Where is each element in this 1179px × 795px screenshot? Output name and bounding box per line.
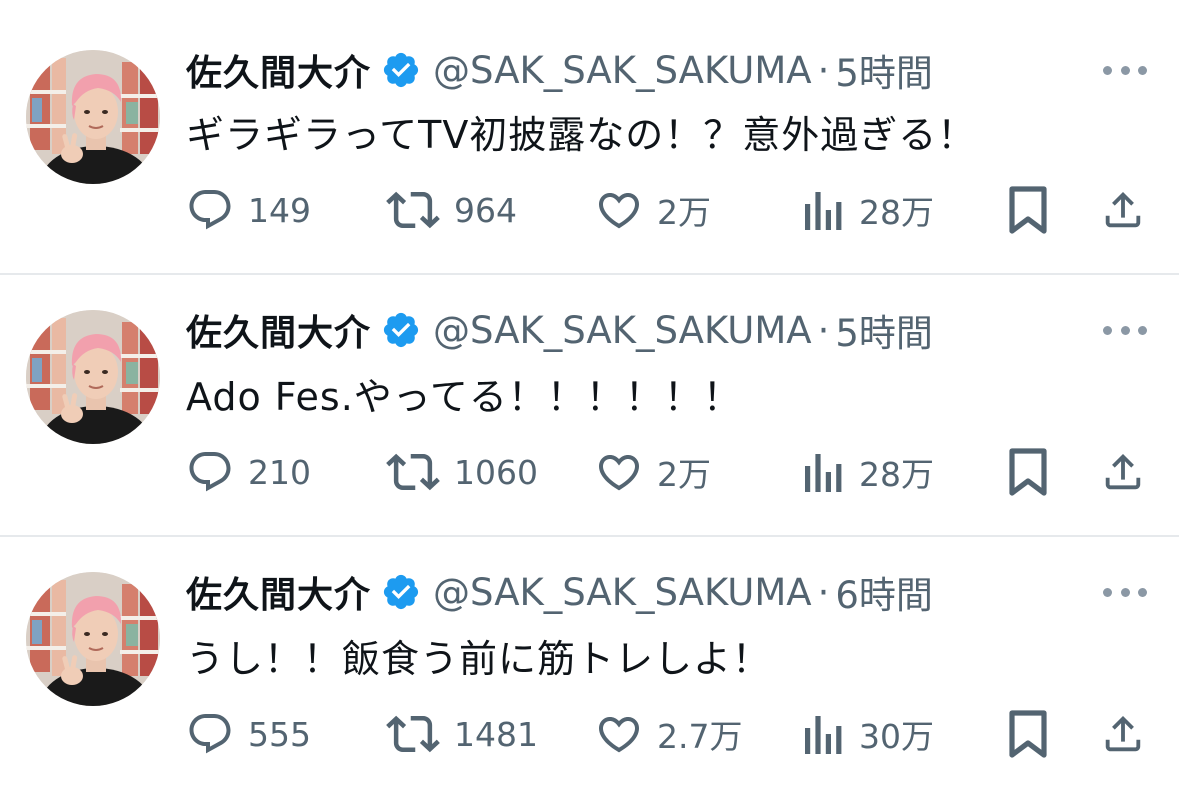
reply-count: 149: [248, 190, 311, 230]
view-count: 30万: [859, 717, 934, 756]
display-name[interactable]: 佐久間大介: [186, 44, 371, 96]
retweet-icon: [386, 453, 440, 491]
verified-badge-icon: [383, 312, 419, 348]
bookmark-icon: [1009, 710, 1047, 758]
retweet-icon: [386, 191, 440, 229]
views-button[interactable]: 28万: [801, 185, 934, 235]
reply-count: 555: [248, 714, 311, 754]
view-count: 28万: [859, 193, 934, 232]
separator-dot: ·: [817, 308, 830, 352]
views-bar-chart-icon: [805, 716, 842, 754]
avatar[interactable]: [26, 50, 160, 184]
separator-dot: ·: [817, 570, 830, 614]
reply-button[interactable]: 210: [186, 447, 311, 497]
like-button[interactable]: 2万: [595, 185, 711, 235]
action-bar: 210 1060 2万 28万: [0, 447, 1179, 497]
like-count: 2万: [657, 455, 711, 494]
tweet-text: うし！！飯食う前に筋トレしよ！: [186, 637, 772, 681]
reply-count: 210: [248, 452, 311, 492]
heart-icon: [598, 193, 640, 229]
verified-badge-icon: [383, 52, 419, 88]
verified-badge-icon: [383, 574, 419, 610]
bookmark-button[interactable]: [1006, 185, 1050, 235]
reply-button[interactable]: 149: [186, 185, 311, 235]
share-icon: [1105, 191, 1141, 228]
action-bar: 149 964 2万 28万: [0, 185, 1179, 235]
views-button[interactable]: 30万: [801, 709, 934, 759]
tweet-header: 佐久間大介 @SAK_SAK_SAKUMA · 5時間: [186, 304, 933, 356]
reply-icon: [189, 714, 231, 754]
share-icon: [1105, 453, 1141, 490]
tweet-divider: [0, 273, 1179, 275]
tweet-divider: [0, 535, 1179, 537]
reply-button[interactable]: 555: [186, 709, 311, 759]
like-button[interactable]: 2.7万: [595, 709, 742, 759]
timestamp[interactable]: 5時間: [835, 43, 933, 97]
retweet-count: 964: [454, 190, 517, 230]
reply-icon: [189, 452, 231, 492]
timestamp[interactable]: 5時間: [835, 303, 933, 357]
more-options-icon[interactable]: [1103, 64, 1147, 76]
heart-icon: [598, 717, 640, 753]
tweet-text: ギラギラってTV初披露なの！？意外過ぎる！: [186, 113, 977, 157]
share-button[interactable]: [1100, 185, 1146, 235]
tweet[interactable]: 佐久間大介 @SAK_SAK_SAKUMA · 6時間 うし！！飯食う前に筋トレ…: [0, 524, 1179, 786]
retweet-button[interactable]: 1481: [386, 709, 538, 759]
heart-icon: [598, 455, 640, 491]
bookmark-button[interactable]: [1006, 447, 1050, 497]
user-handle[interactable]: @SAK_SAK_SAKUMA: [433, 309, 812, 352]
tweet[interactable]: 佐久間大介 @SAK_SAK_SAKUMA · 5時間 ギラギラってTV初披露な…: [0, 0, 1179, 262]
bookmark-button[interactable]: [1006, 709, 1050, 759]
like-button[interactable]: 2万: [595, 447, 711, 497]
retweet-icon: [386, 715, 440, 753]
tweet-text: Ado Fes.やってる！！！！！！: [186, 375, 742, 419]
view-count: 28万: [859, 455, 934, 494]
retweet-count: 1060: [454, 452, 538, 492]
views-button[interactable]: 28万: [801, 447, 934, 497]
like-count: 2万: [657, 193, 711, 232]
avatar[interactable]: [26, 572, 160, 706]
tweet-header: 佐久間大介 @SAK_SAK_SAKUMA · 6時間: [186, 566, 933, 618]
reply-icon: [189, 190, 231, 230]
bookmark-icon: [1009, 186, 1047, 234]
share-button[interactable]: [1100, 447, 1146, 497]
timestamp[interactable]: 6時間: [835, 565, 933, 619]
retweet-count: 1481: [454, 714, 538, 754]
views-bar-chart-icon: [805, 192, 842, 230]
share-button[interactable]: [1100, 709, 1146, 759]
user-handle[interactable]: @SAK_SAK_SAKUMA: [433, 49, 812, 92]
like-count: 2.7万: [657, 717, 743, 756]
user-handle[interactable]: @SAK_SAK_SAKUMA: [433, 571, 812, 614]
display-name[interactable]: 佐久間大介: [186, 566, 371, 618]
more-options-icon[interactable]: [1103, 324, 1147, 336]
retweet-button[interactable]: 1060: [386, 447, 538, 497]
share-icon: [1105, 715, 1141, 752]
display-name[interactable]: 佐久間大介: [186, 304, 371, 356]
action-bar: 555 1481 2.7万 30万: [0, 709, 1179, 759]
avatar[interactable]: [26, 310, 160, 444]
retweet-button[interactable]: 964: [386, 185, 517, 235]
tweet-header: 佐久間大介 @SAK_SAK_SAKUMA · 5時間: [186, 44, 933, 96]
separator-dot: ·: [817, 48, 830, 92]
views-bar-chart-icon: [805, 454, 842, 492]
bookmark-icon: [1009, 448, 1047, 496]
tweet[interactable]: 佐久間大介 @SAK_SAK_SAKUMA · 5時間 Ado Fes.やってる…: [0, 262, 1179, 524]
more-options-icon[interactable]: [1103, 586, 1147, 598]
